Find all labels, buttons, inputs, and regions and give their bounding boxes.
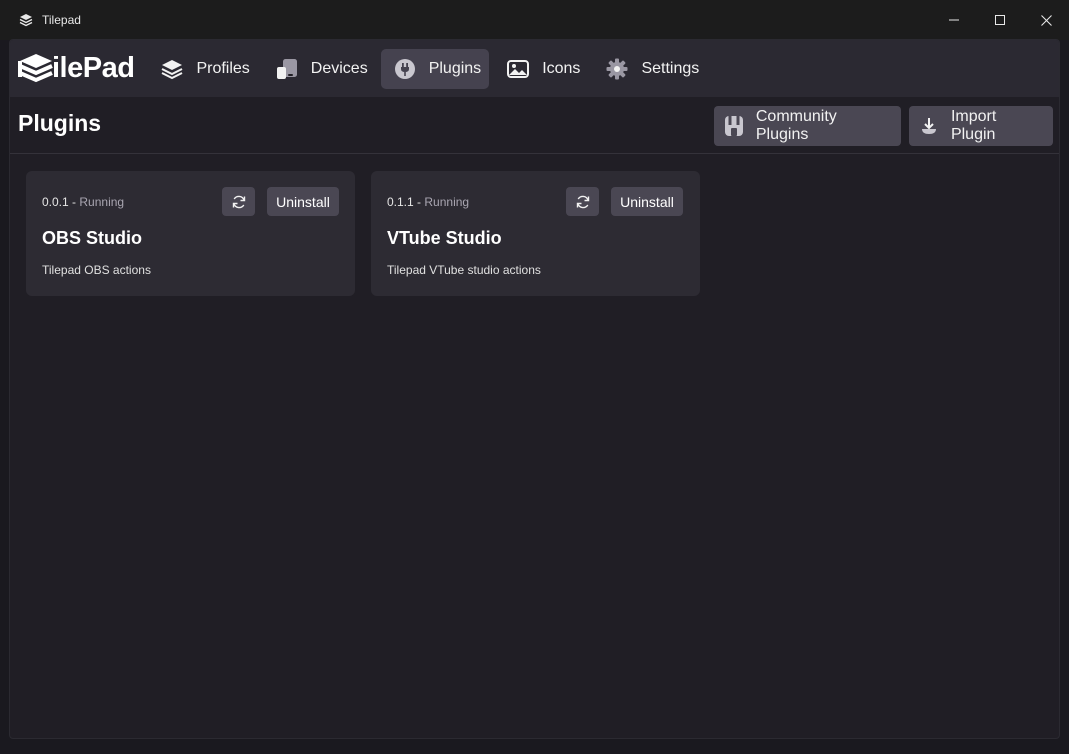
plugin-card: 0.1.1 - Running Uninstall VTube Studio T… — [371, 171, 700, 296]
image-icon — [506, 57, 530, 81]
import-plugin-button[interactable]: Import Plugin — [909, 106, 1053, 146]
maximize-button[interactable] — [977, 0, 1023, 40]
uninstall-button[interactable]: Uninstall — [611, 187, 683, 216]
plugin-description: Tilepad OBS actions — [42, 263, 151, 277]
community-plugins-label: Community Plugins — [755, 108, 837, 143]
minimize-icon — [949, 19, 959, 21]
page-header: Plugins Community Plugins Import Plugin — [10, 97, 1059, 154]
logo-icon — [18, 53, 53, 82]
top-navigation: ilePad Profiles Devices Plugins Icons Se… — [10, 40, 1059, 97]
plugin-name: VTube Studio — [387, 228, 502, 248]
window-controls — [931, 0, 1069, 40]
store-icon — [722, 114, 746, 138]
plugin-name: OBS Studio — [42, 228, 142, 248]
version-separator: - — [68, 195, 80, 209]
layers-icon — [160, 57, 184, 81]
uninstall-button[interactable]: Uninstall — [267, 187, 339, 216]
nav-label-devices: Devices — [310, 59, 368, 77]
community-plugins-button[interactable]: Community Plugins — [714, 106, 901, 146]
plugin-status: Running — [79, 195, 125, 209]
refresh-icon — [576, 195, 589, 208]
nav-item-profiles[interactable]: Profiles — [148, 49, 257, 89]
page-title: Plugins — [18, 110, 102, 136]
plugin-version: 0.0.1 - Running — [42, 195, 124, 209]
nav-label-settings: Settings — [641, 59, 700, 77]
plugin-description: Tilepad VTube studio actions — [387, 263, 541, 277]
download-icon — [917, 114, 941, 138]
plugin-version: 0.1.1 - Running — [387, 195, 469, 209]
nav-item-devices[interactable]: Devices — [263, 49, 376, 89]
import-plugin-label: Import Plugin — [950, 108, 997, 143]
reload-plugin-button[interactable] — [222, 187, 255, 216]
nav-item-plugins[interactable]: Plugins — [380, 48, 490, 89]
close-icon — [1040, 14, 1052, 26]
nav-label-profiles: Profiles — [196, 59, 250, 77]
plugin-status: Running — [424, 195, 470, 209]
plugin-card: 0.0.1 - Running Uninstall OBS Studio Til… — [26, 171, 355, 296]
refresh-icon — [232, 195, 245, 208]
version-number: 0.1.1 — [387, 195, 414, 209]
app-window: Tilepad ilePad Profiles Devices Plugins … — [0, 0, 1069, 754]
devices-icon — [275, 57, 299, 81]
gear-icon — [605, 57, 629, 81]
nav-item-settings[interactable]: Settings — [593, 49, 707, 89]
close-button[interactable] — [1023, 0, 1069, 40]
nav-label-icons: Icons — [542, 59, 581, 77]
maximize-icon — [995, 15, 1005, 25]
window-title: Tilepad — [42, 13, 81, 27]
version-number: 0.0.1 — [42, 195, 69, 209]
tilepad-app-icon — [18, 12, 34, 28]
title-bar: Tilepad — [0, 0, 1069, 40]
plug-icon — [393, 57, 417, 81]
minimize-button[interactable] — [931, 0, 977, 40]
tilepad-logo[interactable]: ilePad — [18, 52, 135, 86]
nav-item-icons[interactable]: Icons — [494, 49, 588, 89]
logo-text: ilePad — [52, 52, 135, 84]
version-separator: - — [413, 195, 425, 209]
nav-label-plugins: Plugins — [428, 59, 482, 77]
main-content: ilePad Profiles Devices Plugins Icons Se… — [9, 39, 1060, 739]
reload-plugin-button[interactable] — [566, 187, 599, 216]
